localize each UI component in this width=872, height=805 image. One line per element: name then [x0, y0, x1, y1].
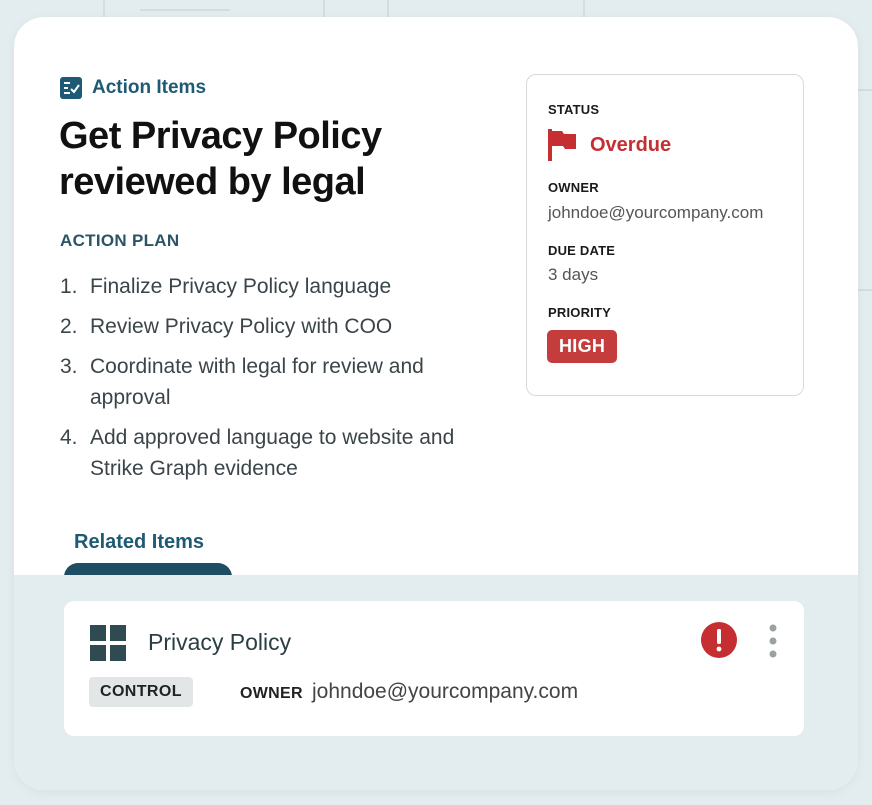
step-text: Coordinate with legal for review and app… [90, 355, 424, 409]
step-number: 2. [60, 315, 78, 338]
action-plan-step: 2. Review Privacy Policy with COO [60, 311, 460, 342]
status-value: Overdue [590, 133, 672, 156]
due-date-label: DUE DATE [548, 243, 616, 258]
owner-label: OWNER [548, 180, 599, 195]
status-label: STATUS [548, 102, 600, 117]
related-item-card[interactable]: Privacy Policy CONTROL OWNER johndoe@you… [64, 601, 804, 736]
step-text: Review Privacy Policy with COO [90, 315, 393, 338]
item-type-badge: CONTROL [89, 677, 193, 707]
tab-related-items[interactable]: Related Items [74, 531, 204, 554]
step-text: Add approved language to website and Str… [90, 426, 455, 480]
details-panel: STATUS Overdue OWNER johndoe@yourcompany… [526, 74, 804, 396]
step-number: 1. [60, 275, 78, 298]
priority-badge: HIGH [547, 330, 618, 363]
action-plan-step: 3. Coordinate with legal for review and … [60, 351, 460, 413]
related-owner-label: OWNER [240, 685, 303, 702]
section-label: Action Items [92, 77, 207, 98]
action-plan-step: 4. Add approved language to website and … [60, 422, 460, 484]
priority-label: PRIORITY [548, 305, 611, 320]
grid-icon [90, 625, 126, 661]
section-header: Action Items [60, 77, 206, 99]
action-plan-list: 1. Finalize Privacy Policy language 2. R… [60, 271, 460, 493]
owner-value: johndoe@yourcompany.com [548, 203, 764, 222]
step-text: Finalize Privacy Policy language [90, 275, 392, 298]
checklist-icon [60, 77, 82, 99]
step-number: 4. [60, 426, 78, 449]
alert-icon [701, 622, 737, 658]
related-owner-value: johndoe@yourcompany.com [312, 680, 579, 703]
related-item-name[interactable]: Privacy Policy [148, 629, 291, 656]
page-title: Get Privacy Policy reviewed by legal [59, 115, 382, 203]
due-date-value: 3 days [548, 265, 599, 284]
action-item-card: Action Items Get Privacy Policy reviewed… [14, 17, 858, 790]
flag-icon [548, 129, 576, 161]
action-plan-heading: ACTION PLAN [60, 231, 180, 250]
action-plan-step: 1. Finalize Privacy Policy language [60, 271, 460, 302]
step-number: 3. [60, 355, 78, 378]
status-row: Overdue [548, 129, 671, 161]
more-vertical-icon[interactable] [767, 623, 779, 659]
